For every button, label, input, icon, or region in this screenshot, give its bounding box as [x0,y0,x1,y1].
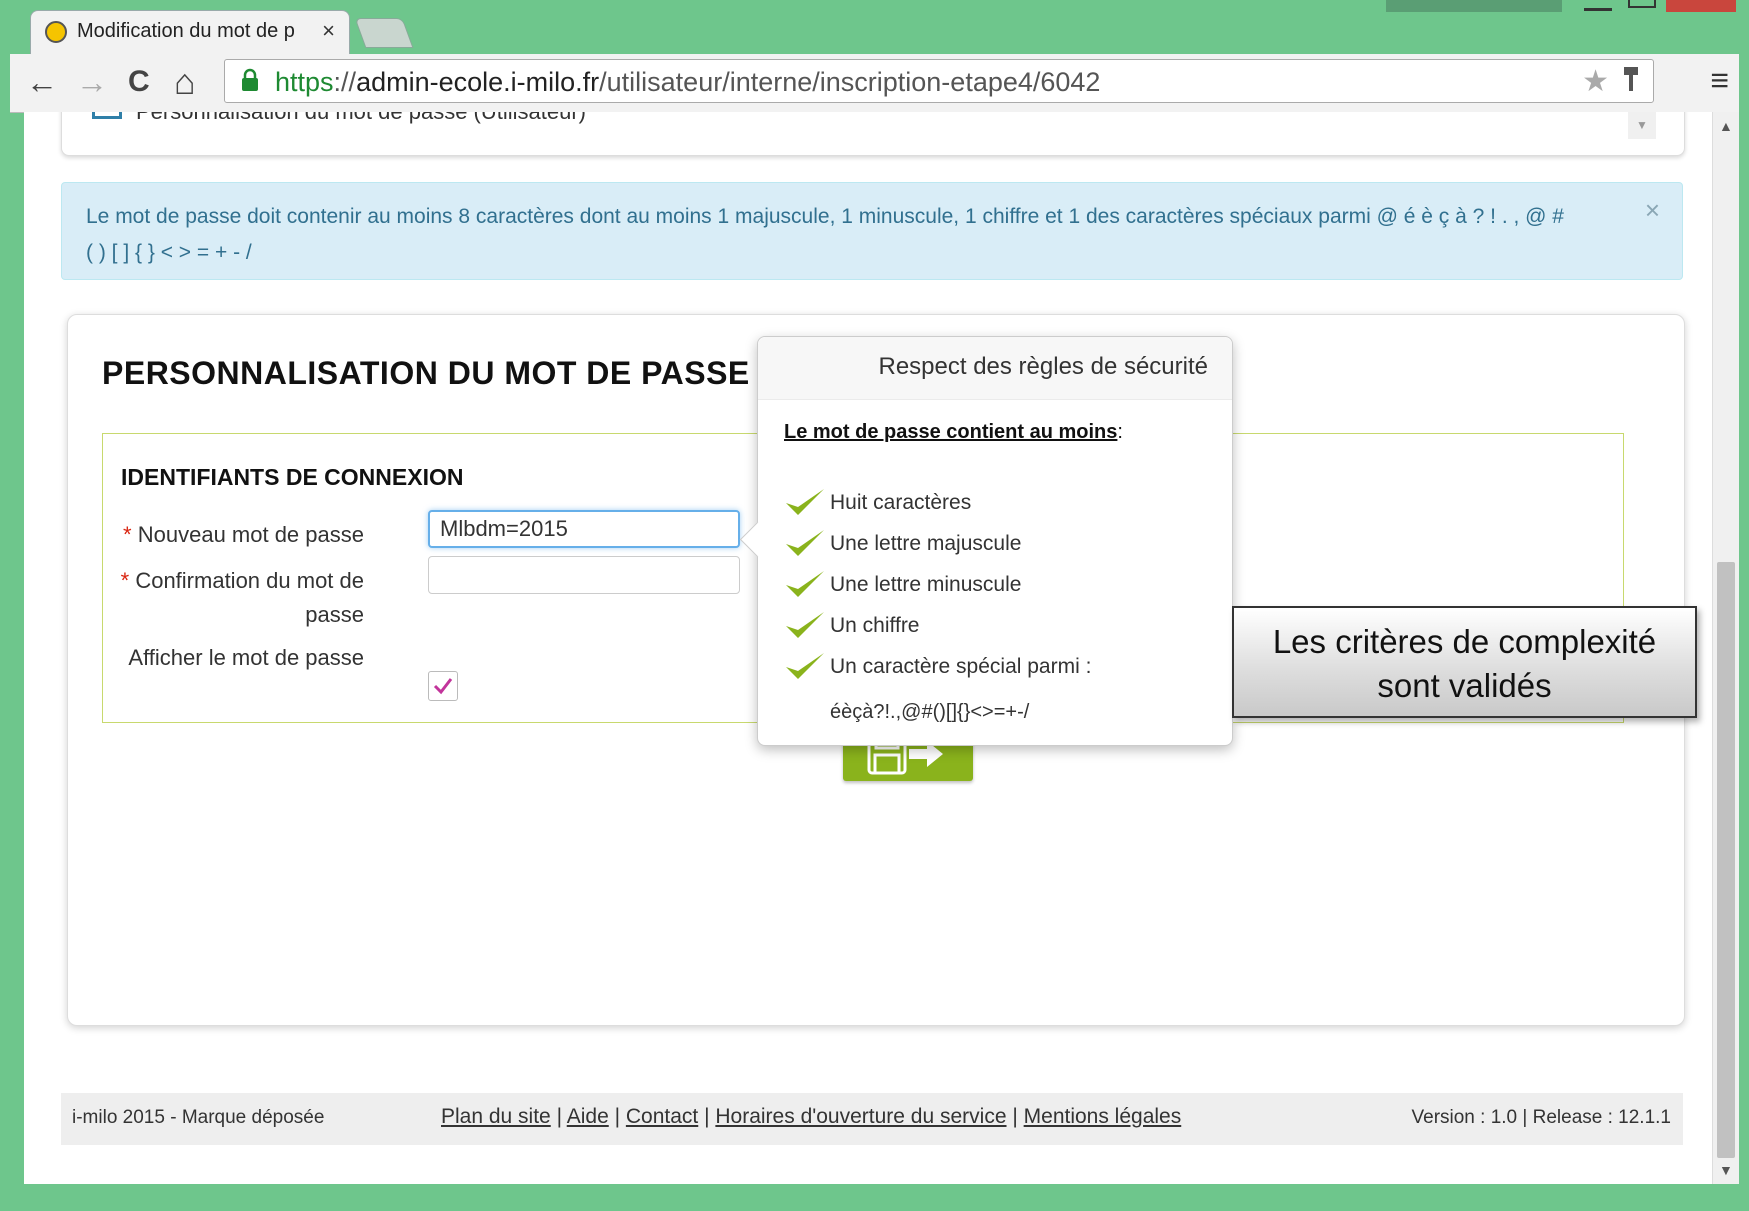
new-password-input[interactable] [428,510,740,548]
home-icon[interactable]: ⌂ [174,64,196,100]
footer-links: Plan du site | Aide | Contact | Horaires… [441,1105,1182,1128]
window-user-badge [1386,0,1562,12]
browser-menu-icon[interactable]: ≡ [1710,62,1729,99]
popover-title: Respect des règles de sécurité [878,353,1208,380]
check-green-icon [786,530,824,556]
scroll-down-icon[interactable]: ▼ [1719,1162,1733,1178]
favicon-icon [45,21,67,43]
new-tab-button[interactable] [354,18,414,48]
footer-link-legal[interactable]: Mentions légales [1024,1105,1182,1128]
tab-close-icon[interactable]: × [322,18,335,44]
criterion-special: Un caractère spécial parmi : [784,649,1204,687]
reload-icon[interactable]: C [128,64,150,100]
show-password-label: Afficher le mot de passe [128,645,364,670]
popover-subtitle: Le mot de passe contient au moins: [784,421,1123,443]
address-bar[interactable]: https://admin-ecole.i-milo.fr/utilisateu… [224,59,1654,103]
security-rules-popover: Respect des règles de sécurité Le mot de… [739,336,1233,746]
collapse-toggle-icon[interactable]: ▼ [1628,112,1656,139]
back-icon[interactable]: ← [26,64,58,100]
close-window-button[interactable] [1666,0,1736,12]
check-green-icon [786,571,824,597]
page-footer: i-milo 2015 - Marque déposée Plan du sit… [61,1093,1683,1145]
check-green-icon [786,653,824,679]
maximize-button[interactable] [1628,0,1656,8]
new-password-label: * Nouveau mot de passe [123,522,364,547]
footer-version: Version : 1.0 | Release : 12.1.1 [1411,1107,1672,1128]
criterion-digit: Un chiffre [784,608,1204,646]
special-chars-list: éèçà?!.,@#()[]{}<>=+-/ [830,701,1030,723]
footer-link-help[interactable]: Aide [567,1105,609,1128]
forward-icon[interactable]: → [76,64,108,100]
section-title: IDENTIFIANTS DE CONNEXION [121,464,464,490]
scrollbar-thumb[interactable] [1717,562,1735,1158]
criterion-length: Huit caractères [784,485,1204,523]
bookmark-star-icon[interactable]: ★ [1582,64,1609,99]
criterion-uppercase: Une lettre majuscule [784,526,1204,564]
footer-link-contact[interactable]: Contact [626,1105,698,1128]
footer-link-hours[interactable]: Horaires d'ouverture du service [715,1105,1006,1128]
callout-text: Les critères de complexité sont validés [1272,623,1657,704]
tab-title: Modification du mot de p [77,20,295,42]
confirm-password-label-cont: passe [305,602,364,627]
browser-toolbar: ← → C ⌂ https://admin-ecole.i-milo.fr/ut… [10,54,1739,113]
checkmark-icon [433,678,453,695]
page-viewport: Personnalisation du mot de passe (Utilis… [24,112,1712,1184]
alert-close-icon[interactable]: × [1645,195,1660,226]
alert-text: Le mot de passe doit contenir au moins 8… [86,205,1564,264]
url-text: https://admin-ecole.i-milo.fr/utilisateu… [275,67,1101,97]
step-header-title: Personnalisation du mot de passe (Utilis… [136,112,586,125]
criterion-lowercase: Une lettre minuscule [784,567,1204,605]
extension-icon[interactable] [1621,65,1641,95]
page-scrollbar[interactable]: ▲ ▼ [1712,112,1739,1184]
check-green-icon [786,612,824,638]
browser-tab[interactable]: Modification du mot de p × [30,10,350,54]
annotation-callout: Les critères de complexité sont validés [1232,606,1697,718]
step-icon [92,112,122,119]
minimize-button[interactable] [1584,4,1612,11]
lock-icon [242,68,258,91]
page-title: PERSONNALISATION DU MOT DE PASSE [102,355,750,391]
confirm-password-input[interactable] [428,556,740,594]
step-header-card: Personnalisation du mot de passe (Utilis… [61,112,1685,156]
confirm-password-label: * Confirmation du mot de [120,568,364,593]
scroll-up-icon[interactable]: ▲ [1719,118,1733,134]
footer-link-sitemap[interactable]: Plan du site [441,1105,551,1128]
check-green-icon [786,489,824,515]
popover-header: Respect des règles de sécurité [758,337,1232,400]
show-password-checkbox[interactable] [428,671,458,701]
footer-copyright: i-milo 2015 - Marque déposée [72,1107,325,1128]
password-rules-alert: Le mot de passe doit contenir au moins 8… [61,182,1683,280]
